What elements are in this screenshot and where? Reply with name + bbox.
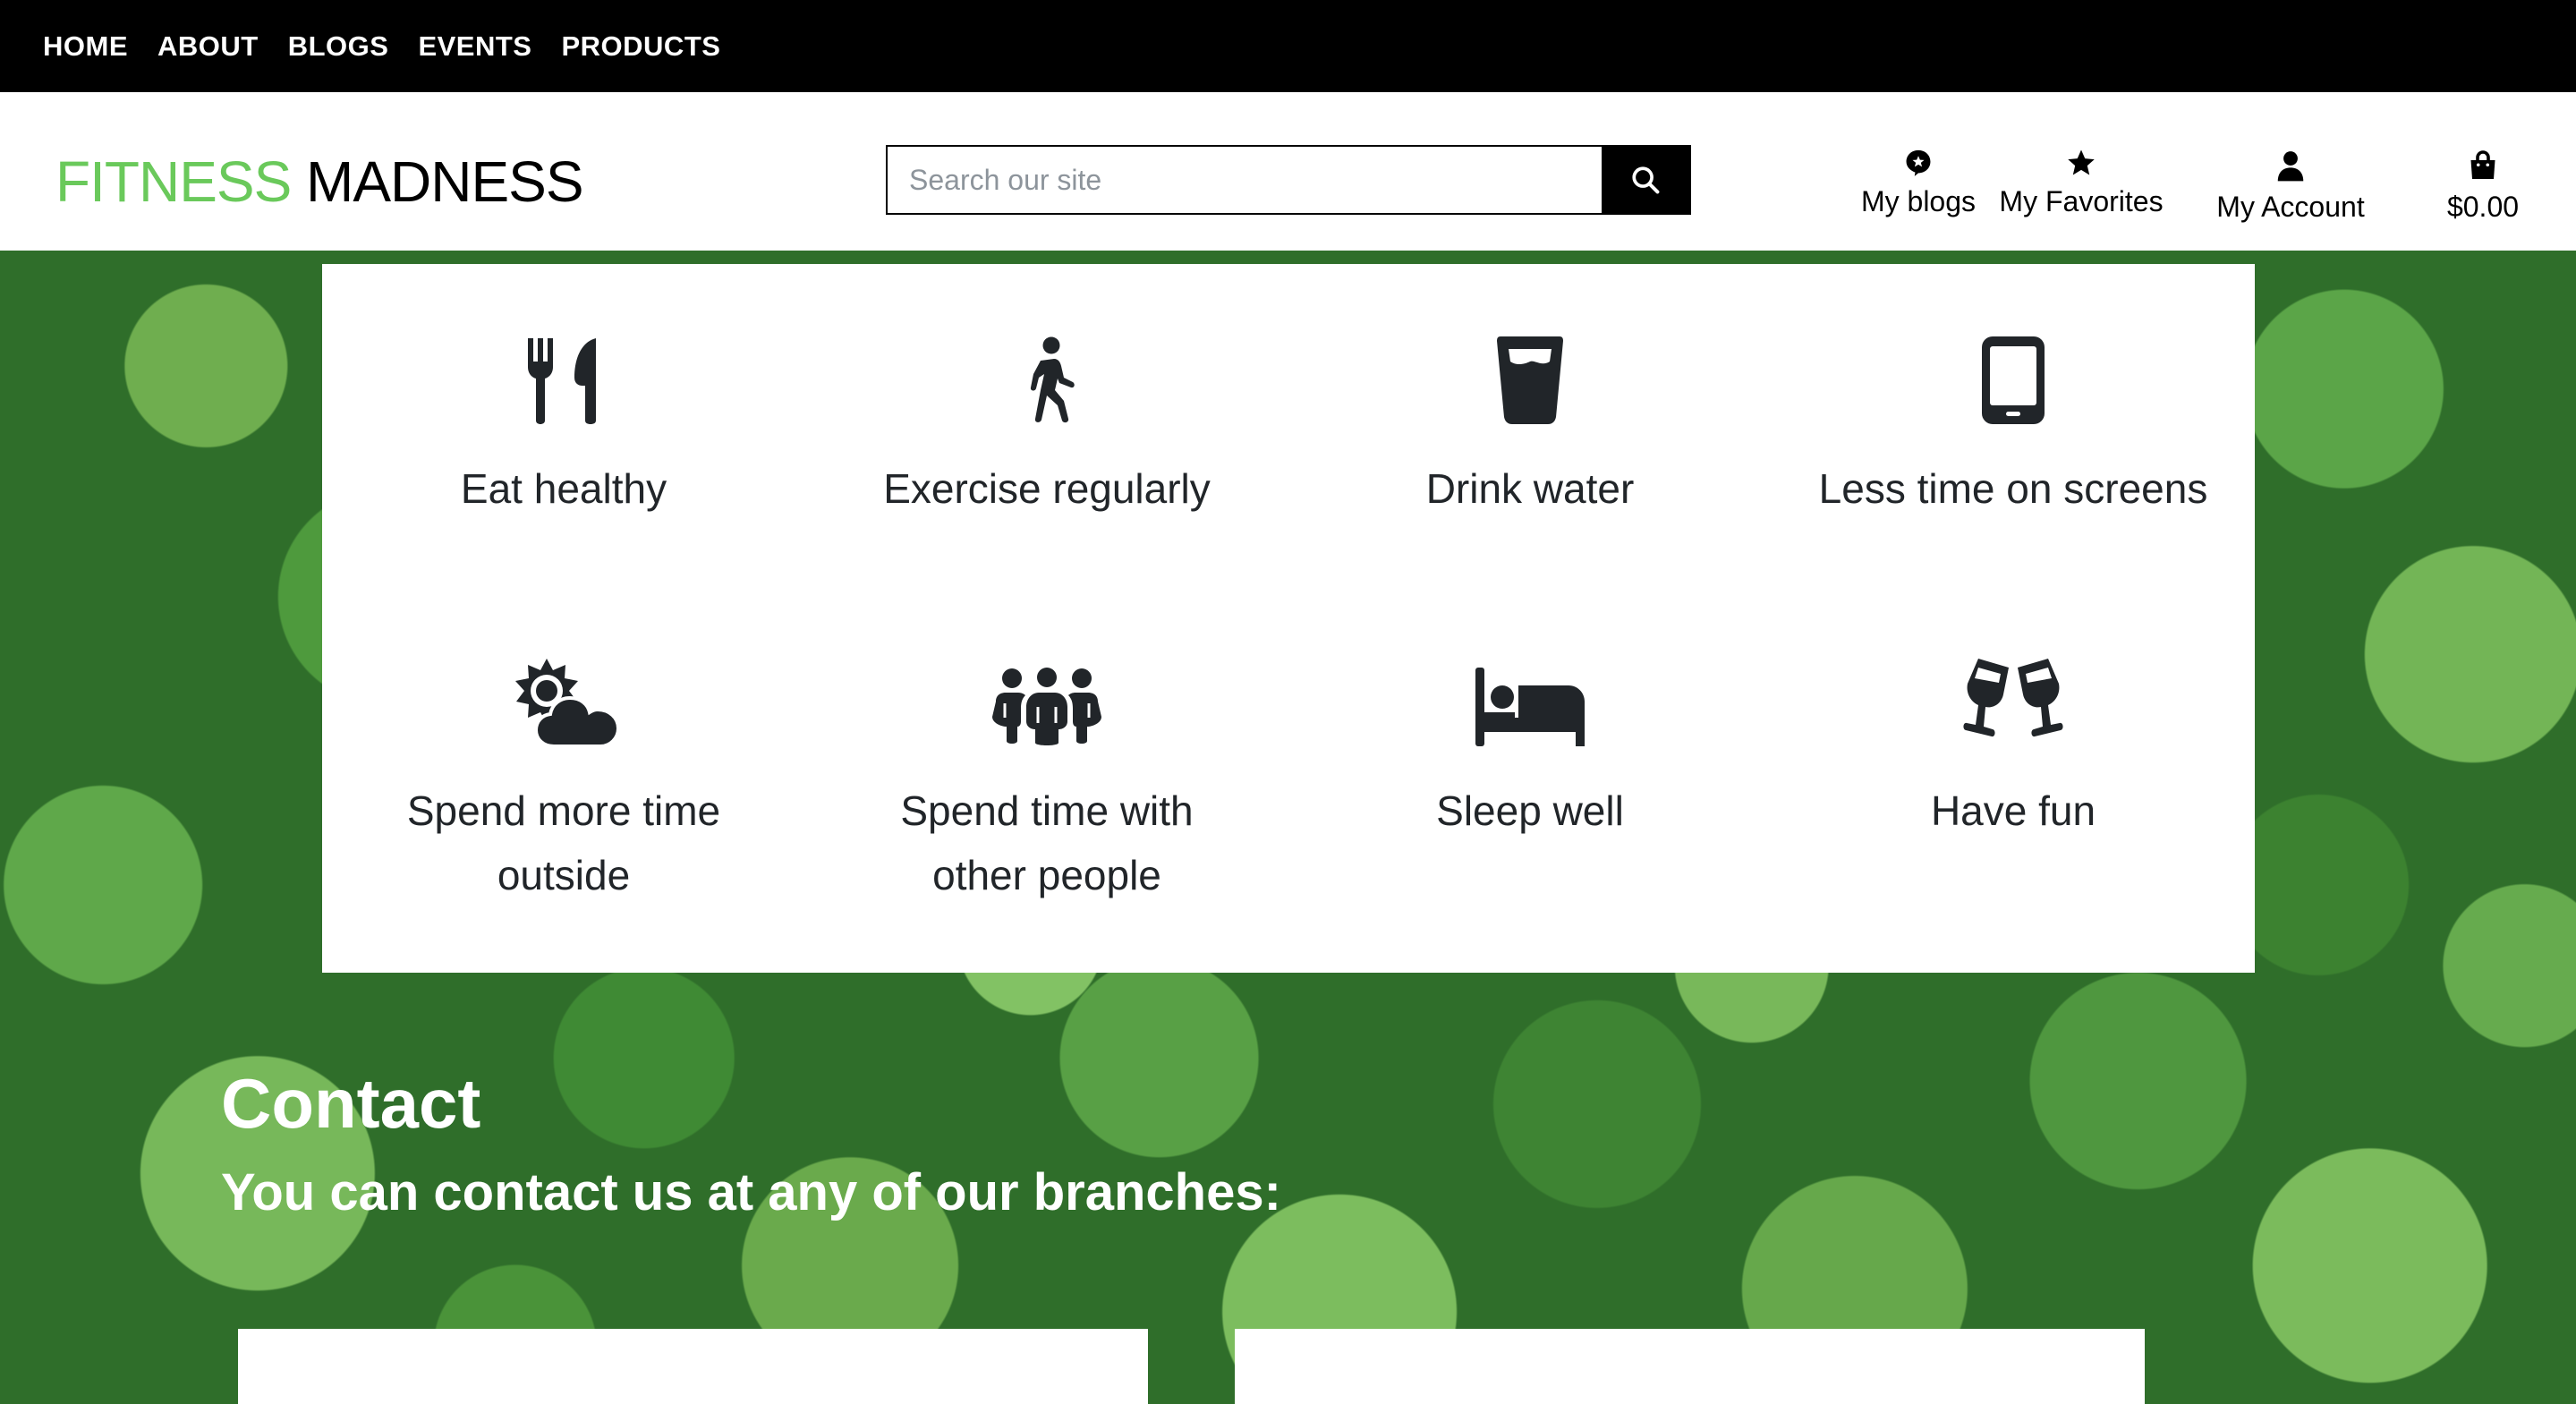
walking-icon — [1030, 336, 1075, 423]
branch-card-right — [1235, 1329, 2145, 1404]
nav-blogs-link[interactable]: BLOGS — [288, 30, 389, 63]
nav-events-link[interactable]: EVENTS — [418, 30, 531, 63]
cart-total: $0.00 — [2446, 191, 2520, 223]
nav-products-link[interactable]: PRODUCTS — [561, 30, 720, 63]
feature-exercise-regularly: Exercise regularly — [805, 331, 1288, 521]
logo-fitness-text: FITNESS — [55, 149, 292, 214]
top-navigation: HOME ABOUT BLOGS EVENTS PRODUCTS — [0, 0, 2576, 92]
cart-button[interactable]: $0.00 — [2434, 148, 2532, 224]
my-account-label: My Account — [2216, 191, 2365, 223]
feature-label: Drink water — [1425, 465, 1635, 512]
my-blogs-label: My blogs — [1860, 185, 1977, 217]
feature-time-outside: Spend more time outside — [322, 653, 805, 907]
my-account-button[interactable]: My Account — [2206, 148, 2376, 224]
search-input[interactable] — [888, 147, 1602, 213]
feature-drink-water: Drink water — [1288, 331, 1772, 521]
site-logo[interactable]: FITNESS MADNESS — [55, 149, 584, 214]
user-icon — [2277, 151, 2304, 182]
feature-label: Exercise regularly — [883, 465, 1211, 512]
site-header: FITNESS MADNESS My blogs My Favorites My… — [0, 92, 2576, 251]
nav-about-link[interactable]: ABOUT — [157, 30, 259, 63]
healthy-habits-card: Eat healthy Exercise regularly Drink wat… — [322, 264, 2255, 973]
glass-water-icon — [1497, 336, 1563, 424]
feature-less-screen-time: Less time on screens — [1772, 331, 2255, 521]
my-favorites-label: My Favorites — [1999, 185, 2164, 217]
feature-label: Have fun — [1930, 787, 2096, 834]
feature-have-fun: Have fun — [1772, 653, 2255, 843]
feature-eat-healthy: Eat healthy — [322, 331, 805, 521]
mobile-phone-icon — [1982, 336, 2045, 424]
branch-card-left — [238, 1329, 1148, 1404]
search-button[interactable] — [1602, 147, 1689, 213]
my-favorites-button[interactable]: My Favorites — [1992, 148, 2171, 218]
search-icon — [1632, 166, 1660, 194]
feature-label: Sleep well — [1436, 787, 1624, 834]
feature-label: Spend more time outside — [406, 787, 721, 898]
logo-madness-text: MADNESS — [306, 149, 583, 214]
feature-label: Spend time with other people — [900, 787, 1194, 898]
my-blogs-button[interactable]: My blogs — [1856, 148, 1981, 218]
contact-heading: Contact — [221, 1064, 481, 1143]
bed-icon — [1475, 668, 1585, 746]
cheers-glasses-icon — [1963, 659, 2063, 737]
blog-badge-icon — [1906, 149, 1931, 176]
sun-cloud-icon — [515, 659, 618, 746]
contact-subheading: You can contact us at any of our branche… — [221, 1163, 1281, 1221]
feature-label: Eat healthy — [460, 465, 667, 512]
shopping-bag-icon — [2470, 150, 2495, 179]
search-bar — [886, 145, 1691, 215]
star-icon — [2068, 149, 2095, 175]
feature-label: Less time on screens — [1818, 465, 2208, 512]
utensils-icon — [528, 338, 596, 424]
feature-sleep-well: Sleep well — [1288, 653, 1772, 843]
people-group-icon — [992, 668, 1101, 745]
feature-time-with-people: Spend time with other people — [805, 653, 1288, 907]
nav-home-link[interactable]: HOME — [43, 30, 128, 63]
